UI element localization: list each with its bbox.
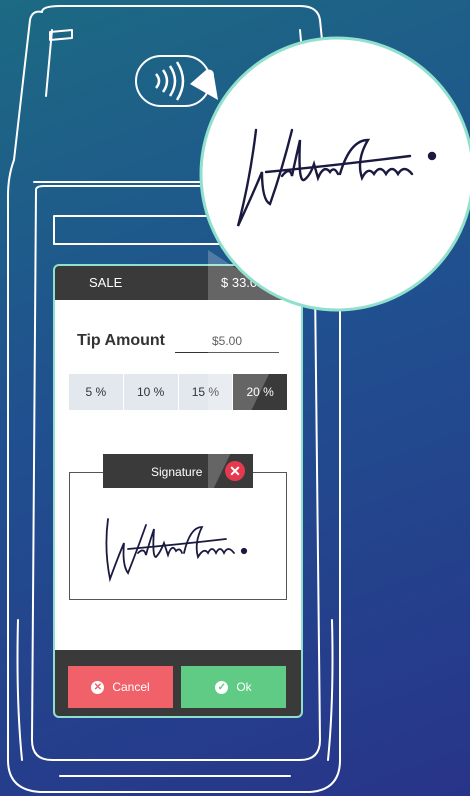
action-bar: ✕ Cancel ✓ Ok — [55, 650, 301, 716]
tip-amount-label: Tip Amount — [77, 332, 165, 349]
signature-stroke — [105, 518, 248, 583]
tip-option-5[interactable]: 5 % — [69, 374, 124, 410]
sale-label: SALE — [89, 275, 123, 290]
cancel-button[interactable]: ✕ Cancel — [68, 666, 173, 708]
signature-tab: Signature ✕ — [103, 454, 253, 488]
terminal-screen: SALE $ 33.00 Tip Amount $5.00 5 % 10 % 1… — [53, 264, 303, 718]
signature-label: Signature — [151, 465, 203, 479]
tip-option-15[interactable]: 15 % — [178, 374, 234, 410]
sale-amount: $ 33.00 — [221, 275, 265, 290]
tip-option-10[interactable]: 10 % — [123, 374, 179, 410]
check-circle-icon: ✓ — [215, 680, 229, 694]
close-circle-icon: ✕ — [91, 680, 105, 694]
tip-option-20[interactable]: 20 % — [233, 374, 287, 410]
ok-button[interactable]: ✓ Ok — [181, 666, 286, 708]
close-circle-icon[interactable]: ✕ — [225, 461, 245, 481]
ok-label: Ok — [236, 680, 252, 694]
tip-amount-input[interactable]: $5.00 — [175, 334, 279, 353]
tip-percentage-options: 5 % 10 % 15 % 20 % — [69, 374, 287, 410]
sale-header: SALE $ 33.00 — [55, 266, 301, 300]
cancel-label: Cancel — [112, 680, 150, 694]
signature-pad[interactable] — [69, 472, 287, 600]
contactless-tap-icon — [135, 55, 218, 107]
